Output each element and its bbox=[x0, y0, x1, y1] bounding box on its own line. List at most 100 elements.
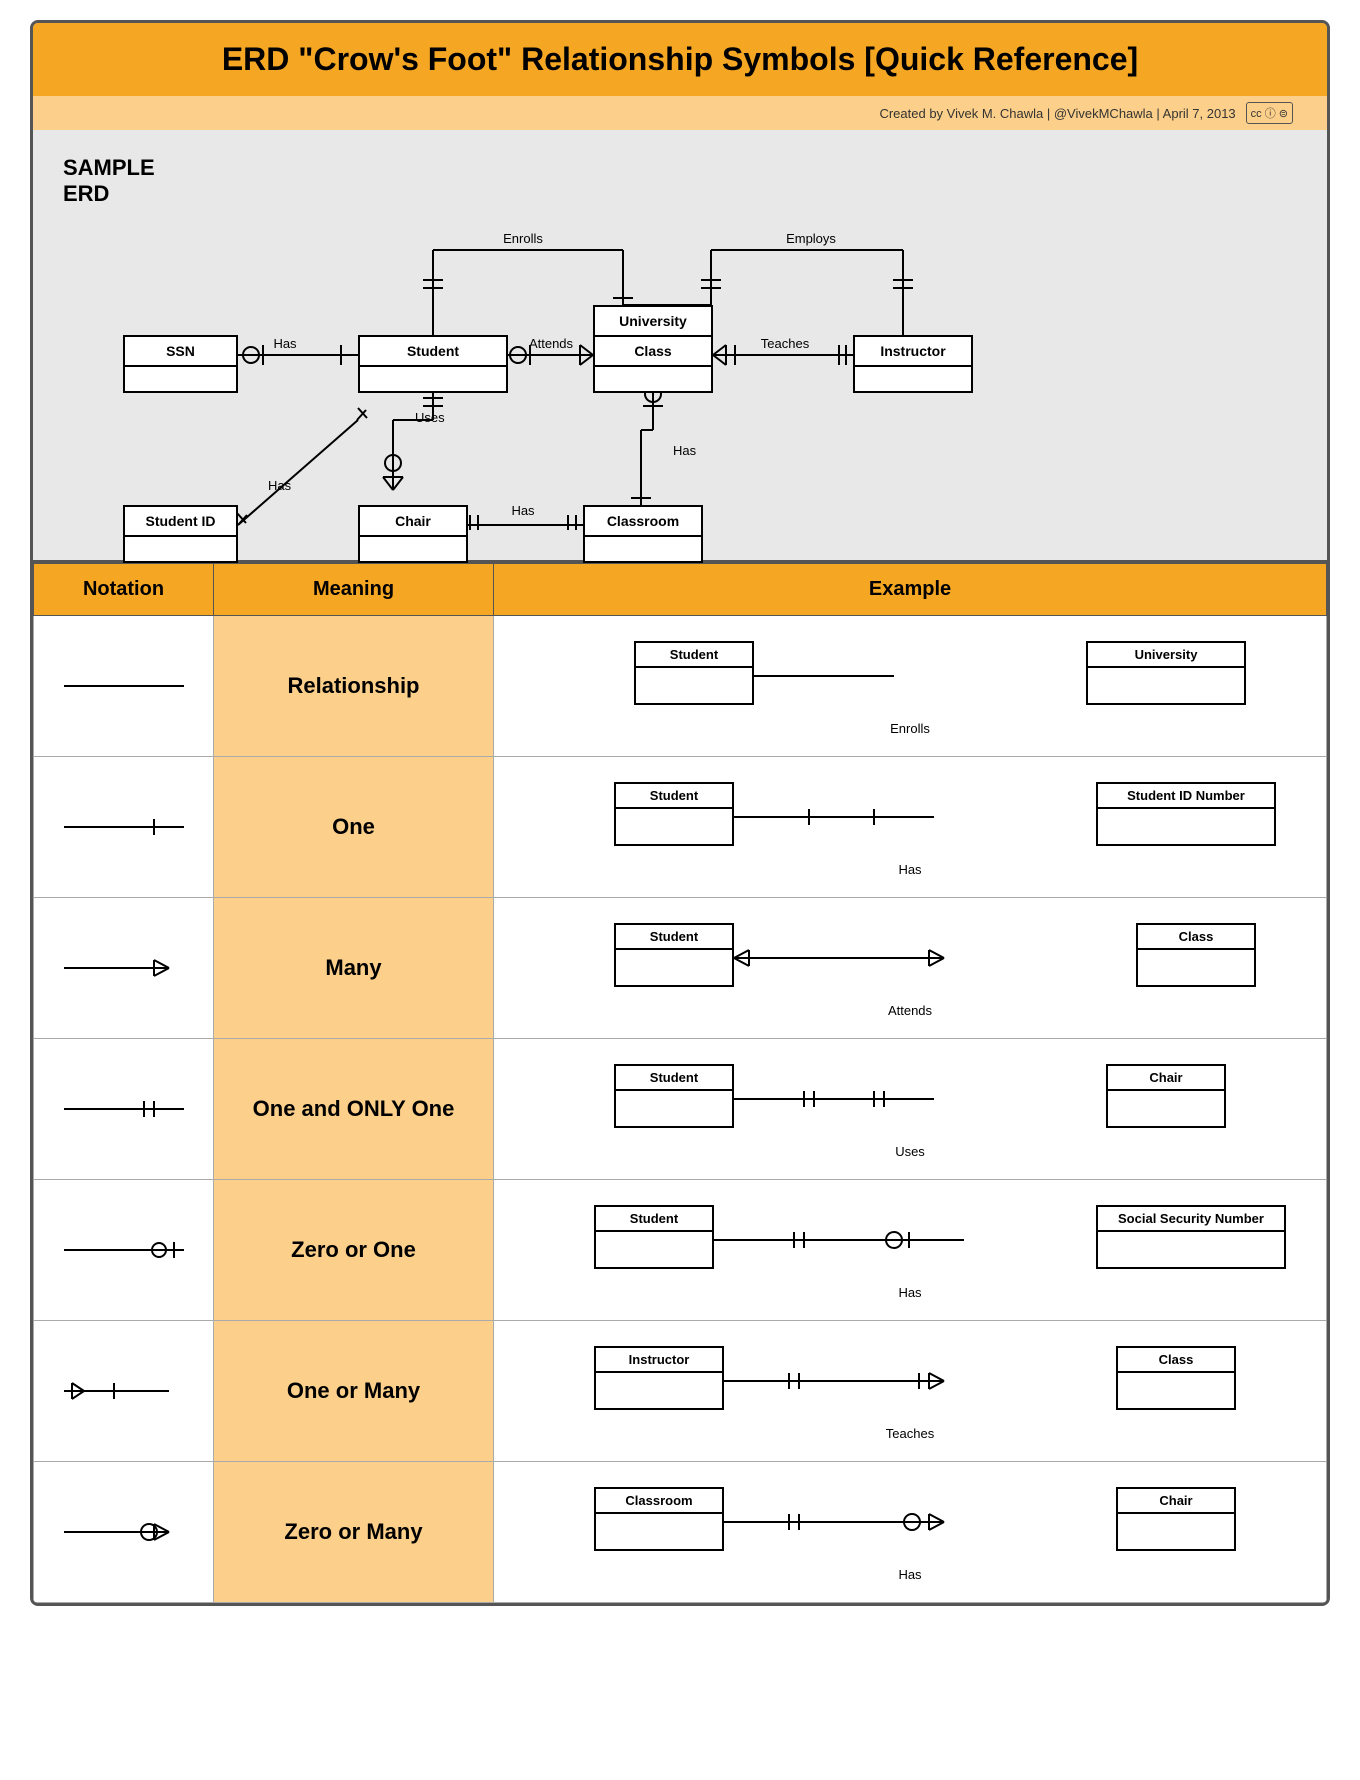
mini-entity-student-zerooone: Student bbox=[594, 1205, 714, 1269]
row-one: One Student Student ID Number Has bbox=[34, 757, 1327, 898]
svg-text:Uses: Uses bbox=[415, 410, 445, 425]
notation-zero-one-svg bbox=[54, 1235, 194, 1265]
entity-ssn-name: SSN bbox=[125, 337, 236, 367]
entity-chair-name: Chair bbox=[360, 507, 466, 537]
entity-classroom: Classroom bbox=[583, 505, 703, 563]
mini-entity-studentid-one: Student ID Number bbox=[1096, 782, 1276, 846]
notation-many bbox=[34, 898, 214, 1039]
notation-one-only-svg bbox=[54, 1094, 194, 1124]
example-zero-many: Classroom Chair Has bbox=[494, 1462, 1327, 1603]
notation-one-only bbox=[34, 1039, 214, 1180]
meaning-zero-many: Zero or Many bbox=[214, 1462, 494, 1603]
meaning-one-many-text: One or Many bbox=[287, 1378, 420, 1403]
row-many: Many Student Class Attends bbox=[34, 898, 1327, 1039]
mini-erd-many: Student Class Attends bbox=[514, 913, 1306, 1023]
notation-zero-one bbox=[34, 1180, 214, 1321]
meaning-one-only: One and ONLY One bbox=[214, 1039, 494, 1180]
example-many: Student Class Attends bbox=[494, 898, 1327, 1039]
meaning-one-only-text: One and ONLY One bbox=[253, 1096, 455, 1121]
mini-label-has-zeroone: Has bbox=[514, 1285, 1306, 1300]
entity-studentid-name: Student ID bbox=[125, 507, 236, 537]
meaning-zero-many-text: Zero or Many bbox=[284, 1519, 422, 1544]
meaning-zero-one-text: Zero or One bbox=[291, 1237, 416, 1262]
mini-erd-one-only: Student Chair Uses bbox=[514, 1054, 1306, 1164]
mini-entity-student-rel: Student bbox=[634, 641, 754, 705]
example-one-many: Instructor Class Teaches bbox=[494, 1321, 1327, 1462]
mini-erd-one-many: Instructor Class Teaches bbox=[514, 1336, 1306, 1446]
meaning-zero-one: Zero or One bbox=[214, 1180, 494, 1321]
mini-entity-instructor-onemany: Instructor bbox=[594, 1346, 724, 1410]
row-one-many: One or Many Instructor Class Teaches bbox=[34, 1321, 1327, 1462]
entity-university-name: University bbox=[595, 307, 711, 337]
example-relationship: Student University Enrolls bbox=[494, 616, 1327, 757]
meaning-one: One bbox=[214, 757, 494, 898]
entity-studentid: Student ID bbox=[123, 505, 238, 563]
subtitle-text: Created by Vivek M. Chawla | @VivekMChaw… bbox=[879, 106, 1235, 121]
mini-label-uses: Uses bbox=[514, 1144, 1306, 1159]
svg-text:Enrolls: Enrolls bbox=[503, 231, 543, 246]
meaning-many-text: Many bbox=[325, 955, 381, 980]
mini-entity-student-many: Student bbox=[614, 923, 734, 987]
page-title: ERD "Crow's Foot" Relationship Symbols [… bbox=[57, 41, 1303, 78]
svg-text:Has: Has bbox=[673, 443, 697, 458]
mini-label-has-one: Has bbox=[514, 862, 1306, 877]
subtitle-bar: Created by Vivek M. Chawla | @VivekMChaw… bbox=[33, 96, 1327, 130]
table-header-row: Notation Meaning Example bbox=[34, 564, 1327, 616]
mini-erd-one: Student Student ID Number Has bbox=[514, 772, 1306, 882]
svg-text:Has: Has bbox=[268, 478, 292, 493]
meaning-relationship: Relationship bbox=[214, 616, 494, 757]
svg-text:Teaches: Teaches bbox=[761, 336, 810, 351]
mini-entity-ssn-zeroone: Social Security Number bbox=[1096, 1205, 1286, 1269]
erd-canvas: Has Enrolls bbox=[63, 150, 1297, 530]
entity-student: Student bbox=[358, 335, 508, 393]
title-bar: ERD "Crow's Foot" Relationship Symbols [… bbox=[33, 23, 1327, 96]
notation-one bbox=[34, 757, 214, 898]
mini-erd-zero-one: Student Social Security Number Has bbox=[514, 1195, 1306, 1305]
mini-entity-classroom-zeromany: Classroom bbox=[594, 1487, 724, 1551]
svg-text:Has: Has bbox=[511, 503, 535, 518]
entity-chair: Chair bbox=[358, 505, 468, 563]
cc-icons: cc ⓘ ⊜ bbox=[1246, 102, 1293, 124]
mini-entity-student-oneonly: Student bbox=[614, 1064, 734, 1128]
mini-entity-class-many: Class bbox=[1136, 923, 1256, 987]
mini-label-teaches: Teaches bbox=[514, 1426, 1306, 1441]
reference-table: Notation Meaning Example Relationship bbox=[33, 563, 1327, 1603]
example-one: Student Student ID Number Has bbox=[494, 757, 1327, 898]
meaning-relationship-text: Relationship bbox=[287, 673, 419, 698]
svg-text:Attends: Attends bbox=[529, 336, 574, 351]
mini-erd-zero-many: Classroom Chair Has bbox=[514, 1477, 1306, 1587]
notation-zero-many-svg bbox=[54, 1517, 194, 1547]
entity-classroom-name: Classroom bbox=[585, 507, 701, 537]
svg-text:Employs: Employs bbox=[786, 231, 836, 246]
example-one-only: Student Chair Uses bbox=[494, 1039, 1327, 1180]
row-zero-many: Zero or Many Classroom Chair Has bbox=[34, 1462, 1327, 1603]
header-meaning: Meaning bbox=[214, 564, 494, 616]
notation-many-svg bbox=[54, 953, 194, 983]
mini-entity-chair-oneonly: Chair bbox=[1106, 1064, 1226, 1128]
notation-zero-many bbox=[34, 1462, 214, 1603]
row-relationship: Relationship Student University Enrolls bbox=[34, 616, 1327, 757]
meaning-one-text: One bbox=[332, 814, 375, 839]
mini-entity-chair-zeromany: Chair bbox=[1116, 1487, 1236, 1551]
entity-student-name: Student bbox=[360, 337, 506, 367]
mini-label-enrolls: Enrolls bbox=[514, 721, 1306, 736]
erd-section: SAMPLEERD Has bbox=[33, 130, 1327, 563]
row-zero-one: Zero or One Student Social Security Numb… bbox=[34, 1180, 1327, 1321]
entity-instructor: Instructor bbox=[853, 335, 973, 393]
notation-one-many bbox=[34, 1321, 214, 1462]
mini-label-attends: Attends bbox=[514, 1003, 1306, 1018]
notation-one-svg bbox=[54, 812, 194, 842]
meaning-many: Many bbox=[214, 898, 494, 1039]
notation-relationship-svg bbox=[54, 671, 194, 701]
meaning-one-many: One or Many bbox=[214, 1321, 494, 1462]
main-container: ERD "Crow's Foot" Relationship Symbols [… bbox=[30, 20, 1330, 1606]
notation-one-many-svg bbox=[54, 1376, 194, 1406]
header-notation: Notation bbox=[34, 564, 214, 616]
notation-relationship bbox=[34, 616, 214, 757]
mini-entity-student-one: Student bbox=[614, 782, 734, 846]
entity-ssn: SSN bbox=[123, 335, 238, 393]
entity-class-name: Class bbox=[595, 337, 711, 367]
mini-entity-class-onemany: Class bbox=[1116, 1346, 1236, 1410]
svg-text:Has: Has bbox=[273, 336, 297, 351]
header-example: Example bbox=[494, 564, 1327, 616]
